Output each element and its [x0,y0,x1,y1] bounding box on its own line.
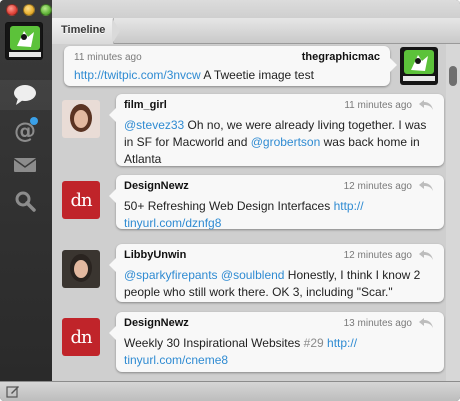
tweet-bubble: 11 minutes ago thegraphicmac http://twit… [64,46,397,86]
speech-bubble-icon [14,85,36,105]
at-sign-icon: @ [14,117,38,144]
tweet-link[interactable]: @grobertson [251,135,321,149]
tweet-hashtag[interactable]: #29 [304,336,324,350]
tweet-time: 12 minutes ago [343,181,412,192]
tweet-time: 11 minutes ago [344,100,412,111]
designnewz-logo: dn [62,181,100,219]
breadcrumb-label: Timeline [61,24,106,36]
magnifier-icon [15,191,36,212]
tweet-author[interactable]: DesignNewz [124,180,189,192]
timeline-list[interactable]: 11 minutes ago thegraphicmac http://twit… [52,44,460,381]
tweet-author[interactable]: DesignNewz [124,317,189,329]
sidebar: @ [0,0,52,381]
tweet-bubble: LibbyUnwin 12 minutes ago @sparkyfirepants… [109,244,444,302]
reply-button[interactable] [418,248,434,260]
mentions-badge-icon [30,117,38,125]
tweet-text-part: A Tweetie image test [200,68,314,82]
tweet-time: 12 minutes ago [343,250,412,261]
window-controls [6,4,52,16]
scrollbar[interactable] [446,44,460,381]
reply-button[interactable] [418,179,434,191]
nav-timeline[interactable] [10,80,40,110]
tweet-link[interactable]: @sparkyfirepants [124,268,218,282]
graphic-mac-logo-icon [400,47,438,85]
zoom-window-button[interactable] [40,4,52,16]
breadcrumb-arrow-icon [112,18,120,44]
avatar[interactable] [400,47,438,85]
nav-messages[interactable] [10,150,40,180]
close-window-button[interactable] [6,4,18,16]
nav-search[interactable] [10,186,40,216]
minimize-window-button[interactable] [23,4,35,16]
designnewz-logo: dn [62,318,100,356]
reply-arrow-icon [419,250,433,260]
profile-photo-icon [62,100,100,138]
avatar[interactable] [62,100,100,138]
window-titlebar [52,0,460,18]
own-tweet[interactable]: 11 minutes ago thegraphicmac http://twit… [56,46,444,86]
tweet-text: Weekly 30 Inspirational Websites #29 htt… [124,335,436,369]
tweet-text: http://twitpic.com/3nvcw A Tweetie image… [74,67,382,84]
timeline-header: Timeline [52,18,460,44]
tweet-author[interactable]: LibbyUnwin [124,249,186,261]
tweet-time: 13 minutes ago [343,318,412,329]
tweet-text: @sparkyfirepants @soulblend Honestly, I … [124,267,436,301]
reply-arrow-icon [419,318,433,328]
reply-arrow-icon [419,181,433,191]
tweet-link[interactable]: @stevez33 [124,118,184,132]
app-window: @ Timeline 11 minutes ago thegraphicmac … [0,0,460,401]
tweet-link[interactable]: @soulblend [221,268,285,282]
tweet-time: 11 minutes ago [74,52,142,63]
tweet-author[interactable]: film_girl [124,99,167,111]
tweet-text: @stevez33 Oh no, we were already living … [124,117,436,168]
tweet-bubble: DesignNewz 12 minutes ago 50+ Refreshing W… [109,175,444,232]
avatar[interactable] [62,250,100,288]
nav-mentions[interactable]: @ [10,115,40,145]
envelope-icon [13,158,37,172]
breadcrumb[interactable]: Timeline [52,18,114,44]
compose-icon [6,386,19,398]
reply-arrow-icon [419,100,433,110]
compose-button[interactable] [6,385,20,398]
graphic-mac-logo-icon [6,23,42,59]
avatar[interactable]: dn [62,181,100,219]
tweet-text: 50+ Refreshing Web Design Interfaces htt… [124,198,436,232]
tweet-link[interactable]: http://twitpic.com/3nvcw [74,68,201,82]
avatar[interactable]: dn [62,318,100,356]
profile-photo-icon [62,250,100,288]
reply-button[interactable] [418,316,434,328]
bottom-toolbar [0,381,460,401]
reply-button[interactable] [418,98,434,110]
tweet-bubble: film_girl 11 minutes ago @stevez33 Oh no, … [109,94,444,168]
tweet-bubble: DesignNewz 13 minutes ago Weekly 30 Inspir… [109,312,444,372]
scrollbar-thumb[interactable] [449,66,457,86]
tweet-text-part: Weekly 30 Inspirational Websites [124,336,304,350]
tweet-author[interactable]: thegraphicmac [302,51,380,63]
tweet-text-part: 50+ Refreshing Web Design Interfaces [124,199,334,213]
account-avatar[interactable] [5,22,43,60]
